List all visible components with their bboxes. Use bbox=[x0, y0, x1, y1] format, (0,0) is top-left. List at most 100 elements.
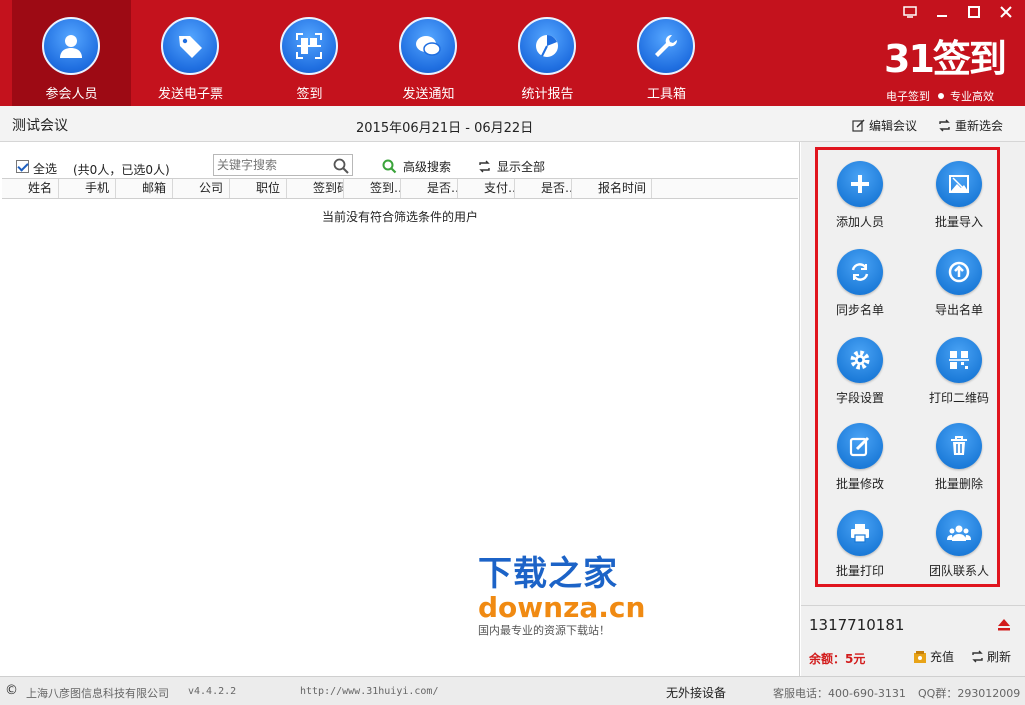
nav-send-eticket[interactable]: 发送电子票 bbox=[131, 0, 250, 106]
brand-tagline-right: 专业高效 bbox=[950, 90, 994, 103]
export-list-button[interactable]: 导出名单 bbox=[914, 249, 1004, 318]
refresh-button[interactable]: 刷新 bbox=[971, 648, 1011, 665]
search-box bbox=[213, 154, 353, 176]
print-qr-button[interactable]: 打印二维码 bbox=[914, 337, 1004, 406]
watermark-en: downza.cn bbox=[478, 591, 646, 624]
dot-icon bbox=[938, 93, 944, 99]
nav-send-notice[interactable]: 发送通知 bbox=[369, 0, 488, 106]
nav-checkin[interactable]: 签到 bbox=[250, 0, 369, 106]
add-person-button[interactable]: 添加人员 bbox=[815, 161, 905, 230]
eject-icon[interactable] bbox=[997, 619, 1011, 631]
meeting-title: 测试会议 bbox=[12, 118, 68, 134]
selection-count: (共0人，已选0人) bbox=[73, 163, 170, 177]
select-all-label: 全选 bbox=[33, 162, 58, 176]
nav-toolbox[interactable]: 工具箱 bbox=[607, 0, 726, 106]
close-icon[interactable] bbox=[997, 5, 1015, 23]
column-header[interactable]: 报名时间 bbox=[572, 179, 652, 198]
device-status: 无外接设备 bbox=[666, 686, 727, 700]
batch-import-label: 批量导入 bbox=[934, 215, 983, 229]
printer-icon bbox=[837, 510, 883, 556]
gear-icon bbox=[837, 337, 883, 383]
sync-list-button[interactable]: 同步名单 bbox=[815, 249, 905, 318]
reselect-meeting-label: 重新选会 bbox=[955, 119, 1004, 133]
column-header[interactable]: 支付… bbox=[458, 179, 515, 198]
recharge-button[interactable]: 充值 bbox=[913, 648, 954, 665]
monitor-icon[interactable] bbox=[901, 5, 919, 23]
sync-icon bbox=[837, 249, 883, 295]
actions-panel: 添加人员 批量导入 同步名单 导出名单 字段设置 打印二维码 批量修改 批量删除… bbox=[801, 142, 1025, 676]
search-icon[interactable] bbox=[332, 157, 350, 175]
batch-print-button[interactable]: 批量打印 bbox=[815, 510, 905, 579]
select-all-checkbox[interactable] bbox=[16, 160, 29, 173]
brand-logo: 31签到 bbox=[884, 37, 1007, 81]
column-header[interactable]: 职位 bbox=[230, 179, 287, 198]
column-header[interactable]: 签到… bbox=[344, 179, 401, 198]
show-all-label: 显示全部 bbox=[497, 160, 546, 174]
field-settings-button[interactable]: 字段设置 bbox=[815, 337, 905, 406]
watermark-cn: 下载之家 bbox=[478, 554, 618, 594]
meeting-date-range: 2015年06月21日 - 06月22日 bbox=[356, 121, 534, 136]
brand-tagline-left: 电子签到 bbox=[886, 90, 930, 103]
column-header[interactable]: 邮箱 bbox=[116, 179, 173, 198]
edit-icon bbox=[852, 119, 865, 132]
group-icon bbox=[936, 510, 982, 556]
company-name: 上海八彦图信息科技有限公司 bbox=[26, 687, 169, 700]
status-bar: © 上海八彦图信息科技有限公司 v4.4.2.2 http://www.31hu… bbox=[0, 676, 1025, 705]
column-header[interactable]: 姓名 bbox=[2, 179, 59, 198]
trash-icon bbox=[936, 423, 982, 469]
maximize-icon[interactable] bbox=[965, 5, 983, 23]
empty-state-message: 当前没有符合筛选条件的用户 bbox=[321, 210, 478, 224]
reselect-meeting-button[interactable]: 重新选会 bbox=[938, 117, 1003, 134]
website-url[interactable]: http://www.31huiyi.com/ bbox=[300, 686, 438, 697]
nav-attendees-label: 参会人员 bbox=[45, 87, 98, 102]
recharge-label: 充值 bbox=[930, 650, 955, 664]
column-header[interactable]: 签到码 bbox=[287, 179, 344, 198]
pie-chart-icon bbox=[518, 17, 576, 75]
add-person-label: 添加人员 bbox=[835, 215, 884, 229]
batch-edit-button[interactable]: 批量修改 bbox=[815, 423, 905, 492]
advanced-search-button[interactable]: 高级搜索 bbox=[382, 158, 451, 175]
watermark: 下载之家 downza.cn 国内最专业的资源下载站！ bbox=[478, 546, 648, 638]
edit-meeting-button[interactable]: 编辑会议 bbox=[852, 117, 917, 134]
refresh-icon bbox=[972, 650, 983, 663]
window-controls bbox=[901, 5, 1015, 23]
minimize-icon[interactable] bbox=[933, 5, 951, 23]
column-header[interactable]: 公司 bbox=[173, 179, 230, 198]
account-balance: 余额：5元 bbox=[809, 652, 866, 666]
chat-bubble-icon bbox=[399, 17, 457, 75]
qr-code-icon bbox=[936, 337, 982, 383]
search-input[interactable] bbox=[214, 155, 328, 175]
team-contacts-label: 团队联系人 bbox=[928, 564, 989, 578]
action-buttons-group: 添加人员 批量导入 同步名单 导出名单 字段设置 打印二维码 批量修改 批量删除… bbox=[815, 147, 1000, 587]
nav-stats-report[interactable]: 统计报告 bbox=[488, 0, 607, 106]
edit-icon bbox=[837, 423, 883, 469]
list-toolbar: 全选 (共0人，已选0人) 高级搜索 显示全部 bbox=[0, 142, 800, 178]
account-panel: 1317710181 余额：5元 充值 刷新 bbox=[801, 605, 1025, 676]
magnifier-icon bbox=[382, 159, 397, 174]
column-header[interactable]: 是否… bbox=[515, 179, 572, 198]
meeting-header: 测试会议 2015年06月21日 - 06月22日 编辑会议 重新选会 bbox=[0, 106, 1025, 142]
wallet-icon bbox=[914, 650, 926, 663]
edit-meeting-label: 编辑会议 bbox=[869, 119, 918, 133]
column-header[interactable]: 手机 bbox=[59, 179, 116, 198]
nav-send-notice-label: 发送通知 bbox=[402, 87, 455, 102]
batch-delete-button[interactable]: 批量删除 bbox=[914, 423, 1004, 492]
advanced-search-label: 高级搜索 bbox=[403, 160, 452, 174]
table-header: 姓名 手机 邮箱 公司 职位 签到码 签到… 是否… 支付… 是否… 报名时间 bbox=[2, 178, 798, 199]
nav-checkin-label: 签到 bbox=[296, 87, 323, 102]
export-list-label: 导出名单 bbox=[934, 303, 983, 317]
nav-stats-report-label: 统计报告 bbox=[521, 87, 574, 102]
support-phone: 客服电话：400-690-3131 bbox=[773, 687, 906, 700]
ticket-tag-icon bbox=[161, 17, 219, 75]
batch-delete-label: 批量删除 bbox=[934, 477, 983, 491]
qq-group: QQ群：293012009 bbox=[918, 687, 1021, 700]
nav-attendees[interactable]: 参会人员 bbox=[12, 0, 131, 106]
print-qr-label: 打印二维码 bbox=[928, 391, 989, 405]
swap-icon bbox=[939, 119, 950, 132]
wrench-icon bbox=[637, 17, 695, 75]
qr-scan-icon bbox=[280, 17, 338, 75]
batch-import-button[interactable]: 批量导入 bbox=[914, 161, 1004, 230]
column-header[interactable]: 是否… bbox=[401, 179, 458, 198]
team-contacts-button[interactable]: 团队联系人 bbox=[914, 510, 1004, 579]
show-all-button[interactable]: 显示全部 bbox=[478, 158, 545, 175]
